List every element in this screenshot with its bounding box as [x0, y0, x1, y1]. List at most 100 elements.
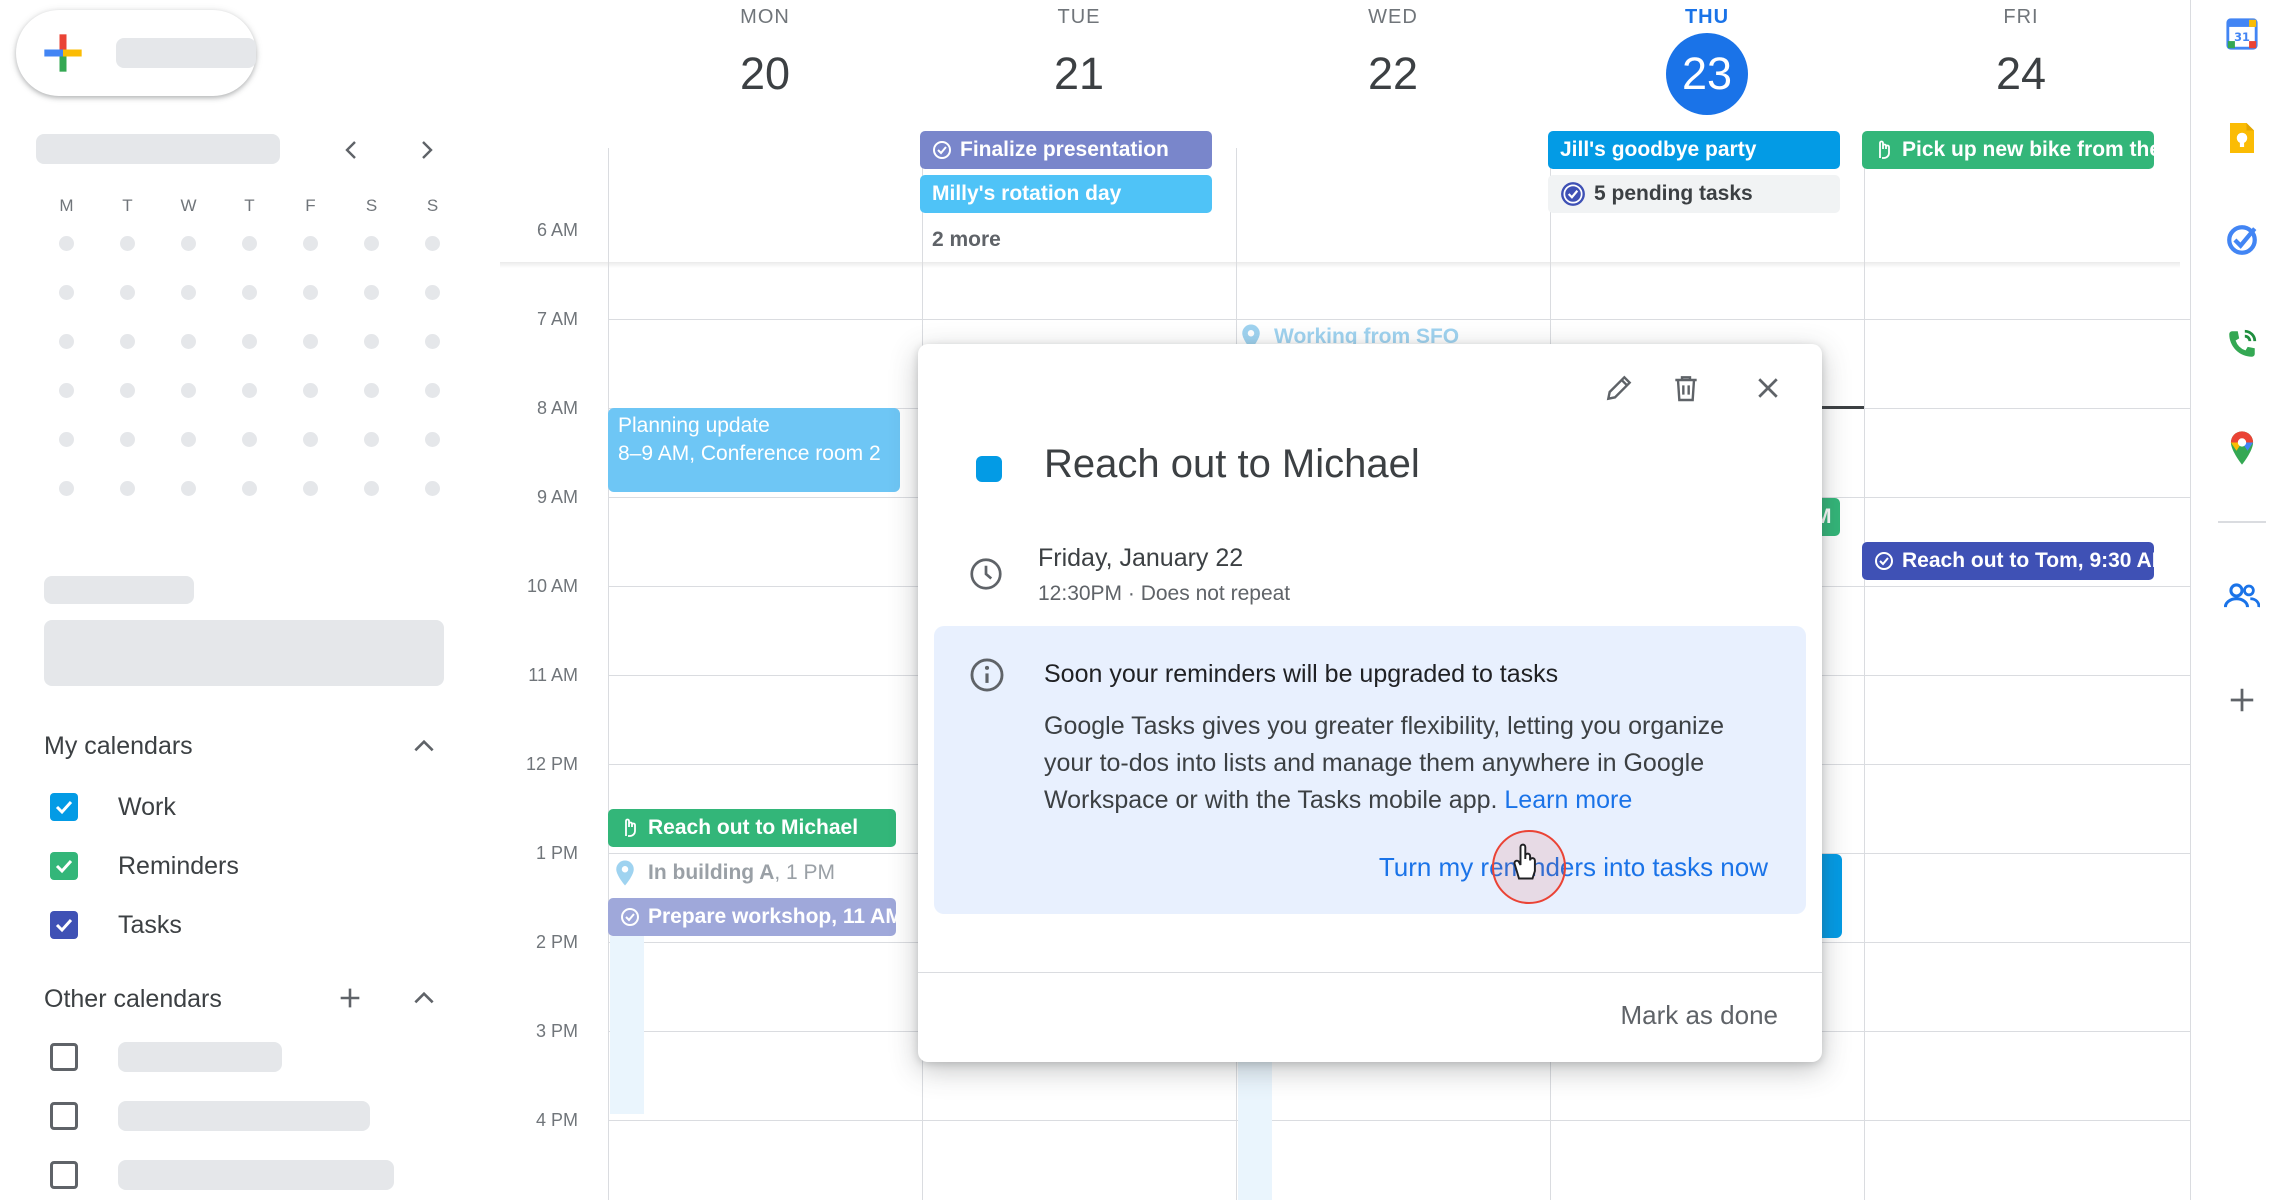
mini-date-placeholder[interactable] — [303, 236, 318, 251]
rail-calendar-button[interactable]: 31 — [2218, 10, 2266, 58]
rail-add-app-button[interactable] — [2218, 676, 2266, 724]
mini-date-placeholder[interactable] — [303, 383, 318, 398]
search-people-placeholder[interactable] — [44, 620, 444, 686]
event-title: Planning update — [618, 414, 770, 437]
mini-date-placeholder[interactable] — [303, 285, 318, 300]
mini-date-placeholder[interactable] — [303, 432, 318, 447]
checkbox-tasks[interactable] — [50, 911, 78, 939]
mini-prev-month-button[interactable] — [332, 130, 372, 170]
event-reminder-reach-out-to-michael[interactable]: Reach out to Michael — [608, 809, 896, 847]
other-calendars-title: Other calendars — [44, 985, 222, 1013]
mini-date-placeholder[interactable] — [364, 285, 379, 300]
mini-date-placeholder[interactable] — [120, 481, 135, 496]
day-number[interactable]: 24 — [1980, 33, 2062, 115]
mini-date-placeholder[interactable] — [59, 334, 74, 349]
delete-button[interactable] — [1666, 368, 1706, 408]
close-button[interactable] — [1748, 368, 1788, 408]
learn-more-link[interactable]: Learn more — [1504, 786, 1632, 814]
mini-date-placeholder[interactable] — [120, 285, 135, 300]
mini-date-placeholder[interactable] — [181, 481, 196, 496]
mini-date-placeholder[interactable] — [364, 481, 379, 496]
mini-date-placeholder[interactable] — [242, 383, 257, 398]
day-header-thu-today[interactable]: THU 23 — [1550, 0, 1864, 115]
calendar-item-tasks[interactable]: Tasks — [50, 908, 182, 942]
mini-date-placeholder[interactable] — [181, 432, 196, 447]
checkbox-reminders[interactable] — [50, 852, 78, 880]
convert-reminders-button[interactable]: Turn my reminders into tasks now — [1379, 852, 1768, 883]
mini-date-placeholder[interactable] — [425, 285, 440, 300]
mini-date-placeholder[interactable] — [181, 236, 196, 251]
mini-date-placeholder[interactable] — [425, 334, 440, 349]
other-calendar-item[interactable] — [50, 1040, 78, 1074]
mini-date-placeholder[interactable] — [59, 236, 74, 251]
mini-date-placeholder[interactable] — [181, 285, 196, 300]
mini-date-placeholder[interactable] — [425, 236, 440, 251]
mini-date-placeholder[interactable] — [242, 236, 257, 251]
other-calendar-item[interactable] — [50, 1158, 78, 1192]
checkbox-work[interactable] — [50, 793, 78, 821]
mini-date-placeholder[interactable] — [303, 334, 318, 349]
mini-date-placeholder[interactable] — [120, 432, 135, 447]
checkbox-other[interactable] — [50, 1102, 78, 1130]
add-other-calendar-button[interactable] — [330, 978, 370, 1018]
mini-date-placeholder[interactable] — [242, 285, 257, 300]
day-header-mon[interactable]: MON 20 — [608, 0, 922, 115]
allday-event-millys-rotation-day[interactable]: Milly's rotation day — [920, 175, 1212, 213]
allday-task-finalize-presentation[interactable]: Finalize presentation — [920, 131, 1212, 169]
day-number[interactable]: 20 — [724, 33, 806, 115]
mini-date-placeholder[interactable] — [59, 383, 74, 398]
day-of-week: WED — [1368, 6, 1418, 28]
create-label-placeholder — [116, 38, 256, 68]
rail-contacts-button[interactable] — [2218, 572, 2266, 620]
mark-as-done-button[interactable]: Mark as done — [1620, 1000, 1778, 1031]
edit-button[interactable] — [1599, 368, 1639, 408]
allday-reminder-pick-up-bike[interactable]: Pick up new bike from the — [1862, 131, 2154, 169]
rail-voice-button[interactable] — [2218, 320, 2266, 368]
day-header-fri[interactable]: FRI 24 — [1864, 0, 2178, 115]
day-number[interactable]: 22 — [1352, 33, 1434, 115]
mini-date-placeholder[interactable] — [364, 432, 379, 447]
event-in-building-a[interactable]: In building A , 1 PM — [610, 856, 900, 890]
checkbox-other[interactable] — [50, 1161, 78, 1189]
mini-date-placeholder[interactable] — [425, 383, 440, 398]
other-calendars-collapse-button[interactable] — [404, 978, 444, 1018]
other-calendar-item[interactable] — [50, 1099, 78, 1133]
mini-date-placeholder[interactable] — [242, 432, 257, 447]
mini-date-placeholder[interactable] — [364, 383, 379, 398]
mini-date-placeholder[interactable] — [303, 481, 318, 496]
mini-date-placeholder[interactable] — [59, 285, 74, 300]
create-button[interactable] — [16, 10, 256, 96]
rail-maps-button[interactable] — [2218, 424, 2266, 472]
mini-date-placeholder[interactable] — [425, 432, 440, 447]
my-calendars-collapse-button[interactable] — [404, 726, 444, 766]
mini-next-month-button[interactable] — [406, 130, 446, 170]
event-planning-update[interactable]: Planning update 8–9 AM, Conference room … — [608, 408, 900, 492]
day-number[interactable]: 21 — [1038, 33, 1120, 115]
day-number[interactable]: 23 — [1666, 33, 1748, 115]
mini-date-placeholder[interactable] — [120, 236, 135, 251]
mini-date-placeholder[interactable] — [364, 236, 379, 251]
mini-date-placeholder[interactable] — [120, 383, 135, 398]
calendar-item-reminders[interactable]: Reminders — [50, 849, 239, 883]
allday-pending-tasks[interactable]: 5 pending tasks — [1548, 175, 1840, 213]
allday-event-jills-goodbye-party[interactable]: Jill's goodbye party — [1548, 131, 1840, 169]
calendar-item-work[interactable]: Work — [50, 790, 176, 824]
checkbox-other[interactable] — [50, 1043, 78, 1071]
mini-date-placeholder[interactable] — [59, 432, 74, 447]
event-task-reach-out-to-tom[interactable]: Reach out to Tom, 9:30 AM — [1862, 542, 2154, 580]
check-icon — [55, 918, 73, 933]
day-header-tue[interactable]: TUE 21 — [922, 0, 1236, 115]
event-task-prepare-workshop[interactable]: Prepare workshop, 11 AM — [608, 898, 896, 936]
mini-date-placeholder[interactable] — [425, 481, 440, 496]
rail-tasks-button[interactable] — [2218, 216, 2266, 264]
rail-keep-button[interactable] — [2218, 114, 2266, 162]
mini-date-placeholder[interactable] — [181, 334, 196, 349]
mini-date-placeholder[interactable] — [364, 334, 379, 349]
mini-date-placeholder[interactable] — [242, 334, 257, 349]
mini-date-placeholder[interactable] — [181, 383, 196, 398]
allday-more-link[interactable]: 2 more — [932, 228, 1001, 252]
mini-date-placeholder[interactable] — [120, 334, 135, 349]
mini-date-placeholder[interactable] — [242, 481, 257, 496]
mini-date-placeholder[interactable] — [59, 481, 74, 496]
day-header-wed[interactable]: WED 22 — [1236, 0, 1550, 115]
